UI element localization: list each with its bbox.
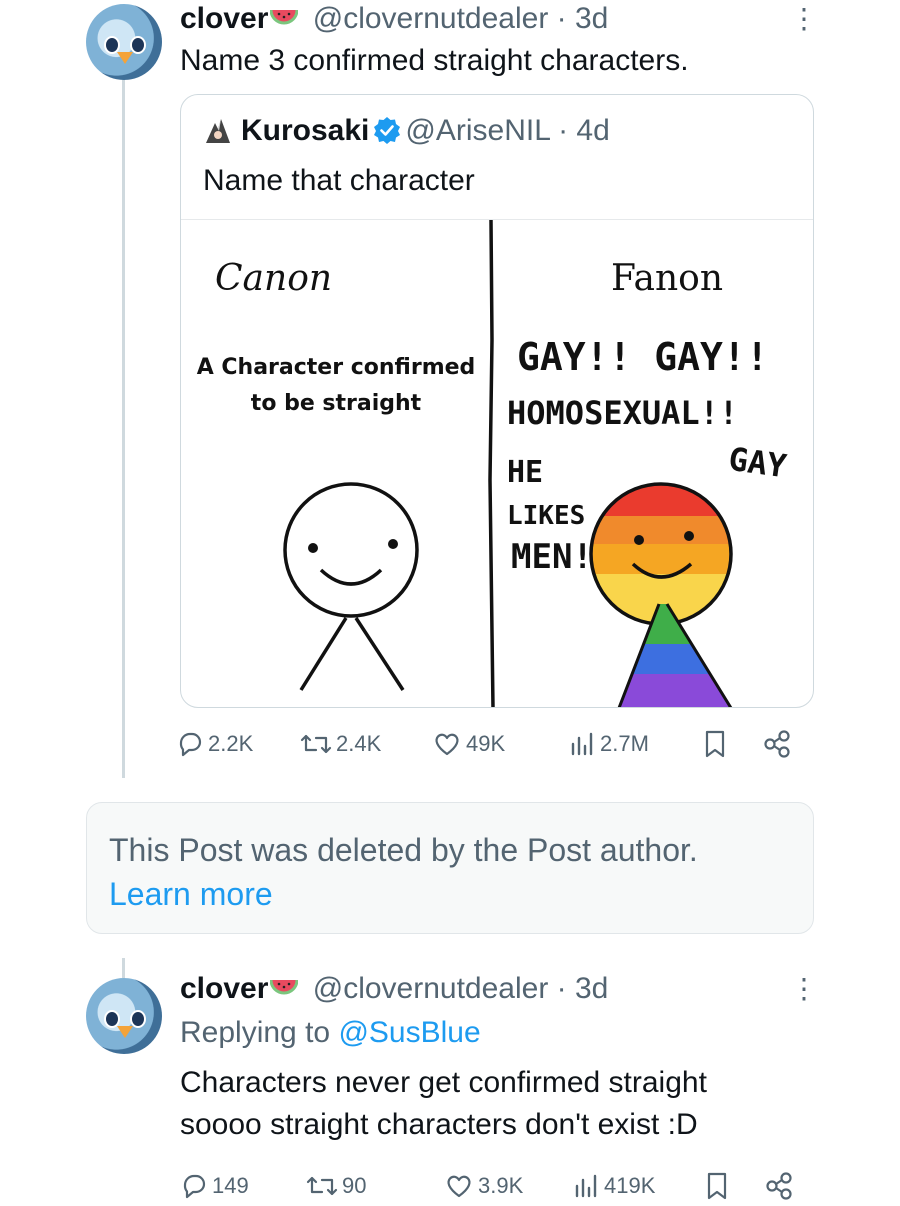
rainbow-stick-figure [589, 482, 733, 707]
quoted-post-text: Name that character [203, 164, 475, 197]
post-text-line-2: soooo straight characters don't exist :D [180, 1108, 698, 1141]
reply-icon [183, 1174, 206, 1199]
repost-icon [300, 734, 332, 754]
post-text: Name 3 confirmed straight characters. [180, 44, 689, 77]
more-icon[interactable]: ⋮ [790, 4, 818, 34]
replying-to-line: Replying to @SusBlue [180, 1012, 481, 1054]
like-count: 49K [466, 731, 506, 756]
deleted-post-text: This Post was deleted by the Post author… [109, 832, 698, 868]
reply-count: 2.2K [208, 731, 254, 756]
views-icon [575, 1174, 597, 1198]
watermelon-icon [270, 9, 300, 28]
watermelon-icon [270, 979, 300, 998]
views-button[interactable]: 2.7M [568, 724, 649, 764]
reply-button[interactable]: 2.2K [176, 724, 253, 764]
more-icon[interactable]: ⋮ [790, 974, 818, 1004]
plain-stick-figure [283, 482, 419, 691]
meme-shout-homosexual: HOMOSEXUAL!! [507, 394, 738, 432]
quoted-avatar [203, 115, 233, 145]
post-time[interactable]: · 3d [557, 2, 609, 35]
share-icon[interactable] [764, 1166, 798, 1206]
meme-shout-he: HE [507, 455, 543, 490]
reply-button[interactable]: 149 [180, 1166, 249, 1206]
right-eye [388, 539, 398, 549]
like-count: 3.9K [478, 1173, 524, 1198]
thread-connector-line [122, 958, 125, 978]
meme-left-caption-2: to be straight [251, 391, 422, 416]
reply-icon [179, 732, 202, 757]
like-button[interactable]: 3.9K [444, 1166, 523, 1206]
like-button[interactable]: 49K [432, 724, 505, 764]
avatar[interactable] [86, 4, 162, 80]
bookmark-icon[interactable] [702, 724, 732, 764]
quoted-display-name: Kurosaki [241, 114, 370, 147]
meme-left-caption-1: A Character confirmed [197, 355, 476, 380]
user-handle[interactable]: @clovernutdealer [313, 2, 549, 35]
meme-shout-men: MEN! [511, 537, 593, 577]
learn-more-link[interactable]: Learn more [109, 873, 273, 915]
meme-fanon-title: Fanon [611, 258, 723, 299]
repost-count: 90 [342, 1173, 367, 1198]
post-header: clover @clovernutdealer · 3d [180, 972, 608, 1006]
verified-badge-icon [373, 116, 401, 144]
repost-count: 2.4K [336, 731, 382, 756]
repost-button[interactable]: 2.4K [300, 724, 381, 764]
quoted-user-handle: @AriseNIL [405, 114, 550, 147]
like-icon [435, 733, 459, 756]
like-icon [447, 1175, 471, 1198]
deleted-post-notice: This Post was deleted by the Post author… [86, 802, 814, 934]
meme-image[interactable]: Canon A Character confirmed to be straig… [181, 219, 813, 707]
bookmark-icon[interactable] [704, 1166, 734, 1206]
views-count: 419K [604, 1173, 656, 1198]
post-time[interactable]: · 3d [557, 972, 609, 1005]
meme-shout-gay-2: GAY [726, 440, 789, 486]
post-text-line-1: Characters never get confirmed straight [180, 1066, 707, 1099]
quoted-post-time: · 4d [558, 114, 610, 147]
quoted-post-header: Kurosaki @AriseNIL · 4d [203, 113, 610, 149]
replying-to-label: Replying to [180, 1016, 339, 1049]
share-icon[interactable] [762, 724, 796, 764]
quoted-post-card[interactable]: Kurosaki @AriseNIL · 4d Name that charact… [180, 94, 814, 708]
left-eye [308, 543, 318, 553]
thread-connector-line [122, 78, 125, 778]
repost-icon [306, 1176, 338, 1196]
display-name[interactable]: clover [180, 2, 268, 35]
user-handle[interactable]: @clovernutdealer [313, 972, 549, 1005]
views-icon [571, 732, 593, 756]
reply-count: 149 [212, 1173, 249, 1198]
replying-to-handle[interactable]: @SusBlue [338, 1016, 480, 1049]
display-name[interactable]: clover [180, 972, 268, 1005]
views-count: 2.7M [600, 731, 649, 756]
meme-shout-gay: GAY!! GAY!! [517, 335, 769, 379]
views-button[interactable]: 419K [572, 1166, 655, 1206]
avatar[interactable] [86, 978, 162, 1054]
repost-button[interactable]: 90 [306, 1166, 366, 1206]
post-actions-bar: 149 90 3.9K 419K [176, 1166, 816, 1206]
post-header: clover @clovernutdealer · 3d [180, 2, 608, 36]
meme-canon-title: Canon [215, 258, 332, 299]
meme-shout-likes: LIKES [507, 501, 585, 531]
post-actions-bar: 2.2K 2.4K 49K 2.7M [176, 724, 816, 764]
